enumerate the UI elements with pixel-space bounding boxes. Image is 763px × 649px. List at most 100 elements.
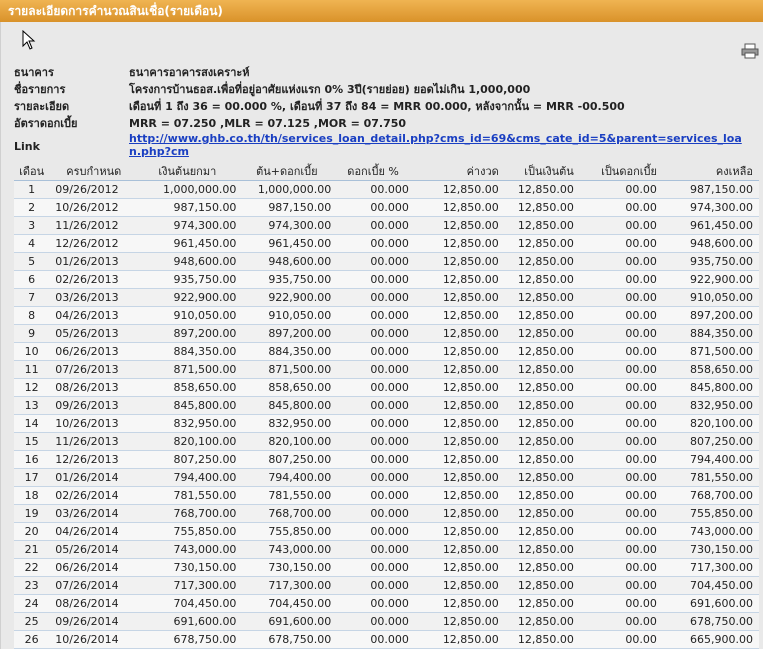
table-cell: 910,050.00 xyxy=(138,306,243,325)
table-cell: 8 xyxy=(14,306,50,325)
table-row: 3 11/26/2012 974,300.00 974,300.00 00.000 12,… xyxy=(14,216,759,235)
table-cell: 12,850.00 xyxy=(414,612,505,631)
table-cell: 974,300.00 xyxy=(662,198,759,217)
table-cell: 12/26/2013 xyxy=(49,450,139,469)
table-cell: 691,600.00 xyxy=(662,594,759,613)
table-cell: 00.00 xyxy=(579,180,663,199)
table-cell: 00.000 xyxy=(337,216,415,235)
table-cell: 961,450.00 xyxy=(662,216,759,235)
project-label: ชื่อรายการ xyxy=(14,83,66,96)
table-cell: 1 xyxy=(14,180,50,199)
table-cell: 897,200.00 xyxy=(138,324,243,343)
table-cell: 05/26/2014 xyxy=(49,540,139,559)
rate-label: อัตราดอกเบี้ย xyxy=(14,117,78,130)
table-cell: 858,650.00 xyxy=(662,360,759,379)
table-cell: 00.00 xyxy=(579,360,663,379)
table-row: 17 01/26/2014 794,400.00 794,400.00 00.000 12… xyxy=(14,468,759,487)
table-cell: 00.00 xyxy=(579,432,663,451)
table-cell: 948,600.00 xyxy=(662,234,759,253)
table-cell: 12,850.00 xyxy=(414,198,505,217)
table-cell: 845,800.00 xyxy=(662,378,759,397)
table-cell: 00.00 xyxy=(579,306,663,325)
table-cell: 04/26/2014 xyxy=(49,522,139,541)
table-cell: 820,100.00 xyxy=(662,414,759,433)
table-cell: 987,150.00 xyxy=(138,198,243,217)
table-cell: 12,850.00 xyxy=(414,378,505,397)
table-cell: 17 xyxy=(14,468,50,487)
table-cell: 743,000.00 xyxy=(242,540,338,559)
table-cell: 3 xyxy=(14,216,50,235)
table-cell: 897,200.00 xyxy=(662,306,759,325)
mouse-pointer-icon xyxy=(22,30,36,50)
table-cell: 00.000 xyxy=(337,198,415,217)
table-cell: 00.00 xyxy=(579,234,663,253)
table-cell: 00.000 xyxy=(337,396,415,415)
table-cell: 00.00 xyxy=(579,378,663,397)
table-cell: 935,750.00 xyxy=(138,270,243,289)
table-row: 23 07/26/2014 717,300.00 717,300.00 00.000 12… xyxy=(14,576,759,595)
table-cell: 12,850.00 xyxy=(414,450,505,469)
table-cell: 10/26/2014 xyxy=(49,630,139,649)
table-cell: 00.000 xyxy=(337,630,415,649)
table-cell: 12,850.00 xyxy=(504,180,580,199)
table-cell: 858,650.00 xyxy=(242,378,338,397)
table-cell: 935,750.00 xyxy=(662,252,759,271)
table-cell: 948,600.00 xyxy=(138,252,243,271)
printer-icon[interactable] xyxy=(741,43,759,59)
table-cell: 23 xyxy=(14,576,50,595)
table-cell: 4 xyxy=(14,234,50,253)
table-cell: 755,850.00 xyxy=(138,522,243,541)
table-row: 14 10/26/2013 832,950.00 832,950.00 00.000 12… xyxy=(14,414,759,433)
table-cell: 974,300.00 xyxy=(138,216,243,235)
table-row: 20 04/26/2014 755,850.00 755,850.00 00.000 12… xyxy=(14,522,759,541)
table-row: 5 01/26/2013 948,600.00 948,600.00 00.000 12,… xyxy=(14,252,759,271)
table-cell: 03/26/2013 xyxy=(49,288,139,307)
table-cell: 12,850.00 xyxy=(504,612,580,631)
table-cell: 743,000.00 xyxy=(138,540,243,559)
table-row: 10 06/26/2013 884,350.00 884,350.00 00.000 12… xyxy=(14,342,759,361)
table-cell: 12,850.00 xyxy=(504,558,580,577)
table-cell: 12,850.00 xyxy=(414,594,505,613)
table-cell: 16 xyxy=(14,450,50,469)
table-cell: 20 xyxy=(14,522,50,541)
table-cell: 1,000,000.00 xyxy=(138,180,243,199)
table-cell: 12,850.00 xyxy=(414,324,505,343)
table-cell: 12,850.00 xyxy=(414,630,505,649)
table-row: 26 10/26/2014 678,750.00 678,750.00 00.000 12… xyxy=(14,630,759,649)
table-cell: 730,150.00 xyxy=(242,558,338,577)
table-row: 19 03/26/2014 768,700.00 768,700.00 00.000 12… xyxy=(14,504,759,523)
table-cell: 678,750.00 xyxy=(242,630,338,649)
table-cell: 00.00 xyxy=(579,594,663,613)
table-row: 21 05/26/2014 743,000.00 743,000.00 00.000 12… xyxy=(14,540,759,559)
table-cell: 09/26/2014 xyxy=(49,612,139,631)
table-cell: 00.000 xyxy=(337,180,415,199)
table-cell: 10/26/2012 xyxy=(49,198,139,217)
table-cell: 00.00 xyxy=(579,612,663,631)
loan-detail-link[interactable]: http://www.ghb.co.th/th/services_loan_de… xyxy=(129,132,749,158)
table-cell: 871,500.00 xyxy=(138,360,243,379)
table-cell: 03/26/2014 xyxy=(49,504,139,523)
table-cell: 12/26/2012 xyxy=(49,234,139,253)
table-cell: 00.00 xyxy=(579,468,663,487)
table-cell: 730,150.00 xyxy=(662,540,759,559)
table-cell: 06/26/2013 xyxy=(49,342,139,361)
table-cell: 12,850.00 xyxy=(504,216,580,235)
table-cell: 08/26/2013 xyxy=(49,378,139,397)
table-cell: 12,850.00 xyxy=(504,450,580,469)
table-cell: 00.00 xyxy=(579,252,663,271)
table-cell: 00.00 xyxy=(579,324,663,343)
table-cell: 00.00 xyxy=(579,288,663,307)
col-remaining: คงเหลือ xyxy=(662,162,759,181)
table-cell: 12,850.00 xyxy=(414,396,505,415)
table-cell: 12,850.00 xyxy=(414,522,505,541)
table-cell: 871,500.00 xyxy=(662,342,759,361)
table-cell: 12,850.00 xyxy=(504,234,580,253)
table-cell: 7 xyxy=(14,288,50,307)
table-cell: 12,850.00 xyxy=(414,216,505,235)
table-row: 7 03/26/2013 922,900.00 922,900.00 00.000 12,… xyxy=(14,288,759,307)
rate-value: MRR = 07.250 ,MLR = 07.125 ,MOR = 07.750 xyxy=(129,117,407,130)
table-cell: 768,700.00 xyxy=(138,504,243,523)
table-cell: 5 xyxy=(14,252,50,271)
table-cell: 768,700.00 xyxy=(662,486,759,505)
table-cell: 12,850.00 xyxy=(504,504,580,523)
